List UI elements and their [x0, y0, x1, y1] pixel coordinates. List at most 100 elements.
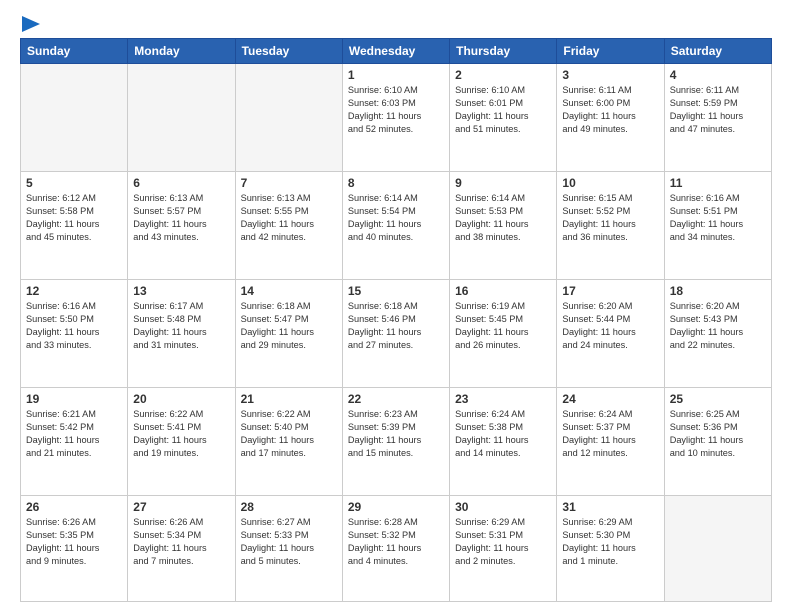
table-row: 15Sunrise: 6:18 AM Sunset: 5:46 PM Dayli…: [342, 280, 449, 388]
table-row: 26 Sunrise: 6:26 AM Sunset: 5:35 PM Dayli…: [21, 496, 128, 602]
day-info: Sunrise: 6:11 AM Sunset: 5:59 PM Dayligh…: [670, 84, 766, 136]
table-row: 23 Sunrise: 6:24 AM Sunset: 5:38 PM Dayli…: [450, 388, 557, 496]
table-row: 10 Sunrise: 6:15 AM Sunset: 5:52 PM Dayli…: [557, 172, 664, 280]
day-number: 23: [455, 392, 551, 406]
day-info: Sunrise: 6:29 AM Sunset: 5:30 PM Dayligh…: [562, 516, 658, 568]
day-info: Sunrise: 6:24 AM Sunset: 5:37 PM Dayligh…: [562, 408, 658, 460]
day-info: Sunrise: 6:16 AM Sunset: 5:50 PM Dayligh…: [26, 300, 122, 352]
table-row: 6 Sunrise: 6:13 AM Sunset: 5:57 PM Daylig…: [128, 172, 235, 280]
day-info: Sunrise: 6:10 AM Sunset: 6:01 PM Dayligh…: [455, 84, 551, 136]
day-info: Sunrise: 6:18 AM Sunset: 5:47 PM Dayligh…: [241, 300, 337, 352]
day-number: 8: [348, 176, 444, 190]
day-number: 14: [241, 284, 337, 298]
day-number: 29: [348, 500, 444, 514]
calendar-week-row: 1 Sunrise: 6:10 AM Sunset: 6:03 PM Daylig…: [21, 64, 772, 172]
table-row: 18 Sunrise: 6:20 AM Sunset: 5:43 PM Dayli…: [664, 280, 771, 388]
day-number: 26: [26, 500, 122, 514]
table-row: [235, 64, 342, 172]
day-number: 1: [348, 68, 444, 82]
day-number: 6: [133, 176, 229, 190]
header: [20, 16, 772, 28]
day-info: Sunrise: 6:14 AM Sunset: 5:54 PM Dayligh…: [348, 192, 444, 244]
day-info: Sunrise: 6:22 AM Sunset: 5:40 PM Dayligh…: [241, 408, 337, 460]
day-info: Sunrise: 6:13 AM Sunset: 5:57 PM Dayligh…: [133, 192, 229, 244]
day-number: 13: [133, 284, 229, 298]
table-row: 16Sunrise: 6:19 AM Sunset: 5:45 PM Dayli…: [450, 280, 557, 388]
day-info: Sunrise: 6:28 AM Sunset: 5:32 PM Dayligh…: [348, 516, 444, 568]
table-row: 14 Sunrise: 6:18 AM Sunset: 5:47 PM Dayli…: [235, 280, 342, 388]
table-row: 12 Sunrise: 6:16 AM Sunset: 5:50 PM Dayli…: [21, 280, 128, 388]
page: SundayMondayTuesdayWednesdayThursdayFrid…: [0, 0, 792, 612]
day-info: Sunrise: 6:15 AM Sunset: 5:52 PM Dayligh…: [562, 192, 658, 244]
day-info: Sunrise: 6:17 AM Sunset: 5:48 PM Dayligh…: [133, 300, 229, 352]
table-row: 21Sunrise: 6:22 AM Sunset: 5:40 PM Dayli…: [235, 388, 342, 496]
weekday-friday: Friday: [557, 39, 664, 64]
calendar-table: SundayMondayTuesdayWednesdayThursdayFrid…: [20, 38, 772, 602]
table-row: 13 Sunrise: 6:17 AM Sunset: 5:48 PM Dayli…: [128, 280, 235, 388]
day-info: Sunrise: 6:20 AM Sunset: 5:44 PM Dayligh…: [562, 300, 658, 352]
day-info: Sunrise: 6:12 AM Sunset: 5:58 PM Dayligh…: [26, 192, 122, 244]
day-number: 7: [241, 176, 337, 190]
day-info: Sunrise: 6:27 AM Sunset: 5:33 PM Dayligh…: [241, 516, 337, 568]
day-number: 30: [455, 500, 551, 514]
table-row: 3Sunrise: 6:11 AM Sunset: 6:00 PM Daylig…: [557, 64, 664, 172]
weekday-saturday: Saturday: [664, 39, 771, 64]
table-row: [664, 496, 771, 602]
calendar-week-row: 12 Sunrise: 6:16 AM Sunset: 5:50 PM Dayli…: [21, 280, 772, 388]
table-row: 22 Sunrise: 6:23 AM Sunset: 5:39 PM Dayli…: [342, 388, 449, 496]
table-row: 20 Sunrise: 6:22 AM Sunset: 5:41 PM Dayli…: [128, 388, 235, 496]
calendar-week-row: 26 Sunrise: 6:26 AM Sunset: 5:35 PM Dayli…: [21, 496, 772, 602]
table-row: 27 Sunrise: 6:26 AM Sunset: 5:34 PM Dayli…: [128, 496, 235, 602]
table-row: 25Sunrise: 6:25 AM Sunset: 5:36 PM Dayli…: [664, 388, 771, 496]
day-number: 10: [562, 176, 658, 190]
day-info: Sunrise: 6:26 AM Sunset: 5:34 PM Dayligh…: [133, 516, 229, 568]
weekday-wednesday: Wednesday: [342, 39, 449, 64]
day-number: 28: [241, 500, 337, 514]
day-number: 5: [26, 176, 122, 190]
table-row: 30 Sunrise: 6:29 AM Sunset: 5:31 PM Dayli…: [450, 496, 557, 602]
weekday-monday: Monday: [128, 39, 235, 64]
logo-arrow-icon: [22, 16, 40, 32]
day-info: Sunrise: 6:24 AM Sunset: 5:38 PM Dayligh…: [455, 408, 551, 460]
table-row: 11Sunrise: 6:16 AM Sunset: 5:51 PM Dayli…: [664, 172, 771, 280]
calendar-week-row: 19Sunrise: 6:21 AM Sunset: 5:42 PM Dayli…: [21, 388, 772, 496]
day-number: 12: [26, 284, 122, 298]
day-info: Sunrise: 6:11 AM Sunset: 6:00 PM Dayligh…: [562, 84, 658, 136]
weekday-header-row: SundayMondayTuesdayWednesdayThursdayFrid…: [21, 39, 772, 64]
day-info: Sunrise: 6:20 AM Sunset: 5:43 PM Dayligh…: [670, 300, 766, 352]
table-row: 17Sunrise: 6:20 AM Sunset: 5:44 PM Dayli…: [557, 280, 664, 388]
table-row: 9 Sunrise: 6:14 AM Sunset: 5:53 PM Daylig…: [450, 172, 557, 280]
day-info: Sunrise: 6:14 AM Sunset: 5:53 PM Dayligh…: [455, 192, 551, 244]
day-number: 25: [670, 392, 766, 406]
day-info: Sunrise: 6:10 AM Sunset: 6:03 PM Dayligh…: [348, 84, 444, 136]
table-row: 19Sunrise: 6:21 AM Sunset: 5:42 PM Dayli…: [21, 388, 128, 496]
weekday-tuesday: Tuesday: [235, 39, 342, 64]
day-number: 18: [670, 284, 766, 298]
table-row: 24 Sunrise: 6:24 AM Sunset: 5:37 PM Dayli…: [557, 388, 664, 496]
calendar-week-row: 5 Sunrise: 6:12 AM Sunset: 5:58 PM Daylig…: [21, 172, 772, 280]
day-info: Sunrise: 6:26 AM Sunset: 5:35 PM Dayligh…: [26, 516, 122, 568]
day-info: Sunrise: 6:23 AM Sunset: 5:39 PM Dayligh…: [348, 408, 444, 460]
table-row: 31Sunrise: 6:29 AM Sunset: 5:30 PM Dayli…: [557, 496, 664, 602]
day-number: 2: [455, 68, 551, 82]
day-number: 27: [133, 500, 229, 514]
day-number: 4: [670, 68, 766, 82]
day-info: Sunrise: 6:19 AM Sunset: 5:45 PM Dayligh…: [455, 300, 551, 352]
table-row: 7 Sunrise: 6:13 AM Sunset: 5:55 PM Daylig…: [235, 172, 342, 280]
day-info: Sunrise: 6:22 AM Sunset: 5:41 PM Dayligh…: [133, 408, 229, 460]
day-number: 22: [348, 392, 444, 406]
day-info: Sunrise: 6:13 AM Sunset: 5:55 PM Dayligh…: [241, 192, 337, 244]
table-row: 1 Sunrise: 6:10 AM Sunset: 6:03 PM Daylig…: [342, 64, 449, 172]
day-number: 24: [562, 392, 658, 406]
table-row: 8 Sunrise: 6:14 AM Sunset: 5:54 PM Daylig…: [342, 172, 449, 280]
weekday-thursday: Thursday: [450, 39, 557, 64]
day-info: Sunrise: 6:29 AM Sunset: 5:31 PM Dayligh…: [455, 516, 551, 568]
day-info: Sunrise: 6:18 AM Sunset: 5:46 PM Dayligh…: [348, 300, 444, 352]
table-row: 4 Sunrise: 6:11 AM Sunset: 5:59 PM Daylig…: [664, 64, 771, 172]
day-number: 20: [133, 392, 229, 406]
logo: [20, 16, 40, 28]
table-row: 29 Sunrise: 6:28 AM Sunset: 5:32 PM Dayli…: [342, 496, 449, 602]
day-number: 9: [455, 176, 551, 190]
day-number: 19: [26, 392, 122, 406]
table-row: [128, 64, 235, 172]
